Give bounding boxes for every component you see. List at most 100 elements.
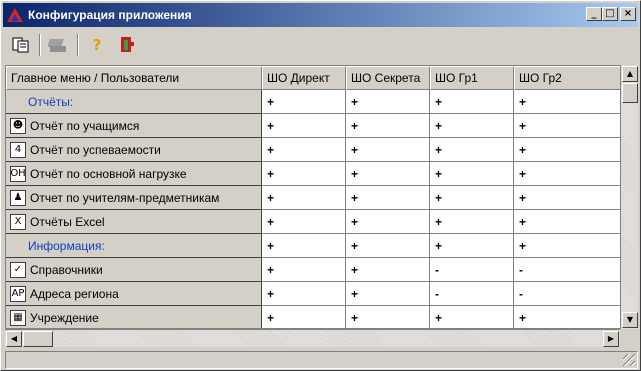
permission-cell[interactable]: + xyxy=(514,186,620,210)
column-header-user[interactable]: ШО Гр1 xyxy=(430,66,514,90)
permission-cell[interactable]: + xyxy=(346,90,430,114)
menu-item-cell[interactable]: ▦ Учреждение xyxy=(6,306,262,328)
menu-item-cell[interactable]: Отчёты: xyxy=(6,90,262,114)
menu-item-cell[interactable]: X Отчёты Excel xyxy=(6,210,262,234)
scroll-down-button[interactable]: ▼ xyxy=(622,312,638,328)
permission-cell[interactable]: + xyxy=(430,162,514,186)
print-icon[interactable] xyxy=(47,33,71,57)
scroll-up-button[interactable]: ▲ xyxy=(622,66,638,82)
table-row: ♟ Отчет по учителям-предметникам + + + + xyxy=(6,186,620,210)
menu-item-label: Учреждение xyxy=(30,310,99,325)
section-row: Информация: + + + + xyxy=(6,234,620,258)
permission-cell[interactable]: + xyxy=(430,306,514,328)
settings-icon[interactable] xyxy=(9,33,33,57)
permission-cell[interactable]: - xyxy=(514,282,620,306)
excel-icon: X xyxy=(10,213,26,230)
section-row: Отчёты: + + + + xyxy=(6,90,620,114)
permission-cell[interactable]: + xyxy=(262,210,346,234)
menu-item-cell[interactable]: ОН Отчёт по основной нагрузке xyxy=(6,162,262,186)
permission-cell[interactable]: + xyxy=(514,234,620,258)
resize-grip[interactable] xyxy=(623,354,635,366)
permission-cell[interactable]: + xyxy=(430,210,514,234)
permission-cell[interactable]: + xyxy=(262,90,346,114)
menu-item-label: Отчёт по основной нагрузке xyxy=(30,166,187,181)
institution-icon: ▦ xyxy=(10,309,26,326)
maximize-button[interactable]: □ xyxy=(602,7,618,21)
permission-cell[interactable]: + xyxy=(262,138,346,162)
permission-cell[interactable]: - xyxy=(430,258,514,282)
close-button[interactable]: × xyxy=(620,7,636,21)
permission-cell[interactable]: + xyxy=(262,282,346,306)
table-row: X Отчёты Excel + + + + xyxy=(6,210,620,234)
minimize-button[interactable]: _ xyxy=(586,7,602,21)
permission-cell[interactable]: + xyxy=(430,186,514,210)
scroll-left-button[interactable]: ◀ xyxy=(6,331,22,347)
permission-cell[interactable]: + xyxy=(514,210,620,234)
table-row: ОН Отчёт по основной нагрузке + + + + xyxy=(6,162,620,186)
permission-cell[interactable]: + xyxy=(514,162,620,186)
table-row: ✓ Справочники + + - - xyxy=(6,258,620,282)
horizontal-scroll-thumb[interactable] xyxy=(23,331,53,347)
permission-cell[interactable]: - xyxy=(430,282,514,306)
permission-cell[interactable]: - xyxy=(514,258,620,282)
permission-cell[interactable]: + xyxy=(430,138,514,162)
grid-header-row: Главное меню / Пользователи ШО Директ ШО С… xyxy=(6,66,620,90)
menu-item-cell[interactable]: 4 Отчёт по успеваемости xyxy=(6,138,262,162)
toolbar-separator xyxy=(77,34,79,56)
workload-icon: ОН xyxy=(10,165,26,182)
menu-item-cell[interactable]: Информация: xyxy=(6,234,262,258)
app-logo-icon xyxy=(7,7,23,23)
scroll-right-button[interactable]: ▶ xyxy=(603,331,619,347)
grades-icon: 4 xyxy=(10,141,26,158)
permission-cell[interactable]: + xyxy=(262,114,346,138)
permission-cell[interactable]: + xyxy=(514,306,620,328)
reference-icon: ✓ xyxy=(10,261,26,278)
exit-icon[interactable] xyxy=(115,33,139,57)
help-icon[interactable]: ? xyxy=(85,33,109,57)
pupils-icon: ☻ xyxy=(10,117,26,134)
permission-cell[interactable]: + xyxy=(430,90,514,114)
permission-cell[interactable]: + xyxy=(262,162,346,186)
permission-cell[interactable]: + xyxy=(262,186,346,210)
menu-item-cell[interactable]: ✓ Справочники xyxy=(6,258,262,282)
permission-cell[interactable]: + xyxy=(430,234,514,258)
window-title: Конфигурация приложения xyxy=(28,8,192,22)
permission-cell[interactable]: + xyxy=(514,90,620,114)
permission-cell[interactable]: + xyxy=(346,186,430,210)
permission-cell[interactable]: + xyxy=(346,162,430,186)
permission-cell[interactable]: + xyxy=(346,210,430,234)
vertical-scrollbar[interactable]: ▲ ▼ xyxy=(620,65,638,329)
menu-item-label: Справочники xyxy=(30,262,103,277)
permission-cell[interactable]: + xyxy=(346,282,430,306)
toolbar-separator xyxy=(39,34,41,56)
permission-cell[interactable]: + xyxy=(514,114,620,138)
vertical-scroll-thumb[interactable] xyxy=(622,83,638,103)
permission-cell[interactable]: + xyxy=(346,114,430,138)
menu-item-cell[interactable]: АР Адреса региона xyxy=(6,282,262,306)
permission-cell[interactable]: + xyxy=(262,306,346,328)
menu-item-label: Адреса региона xyxy=(30,286,119,301)
teachers-icon: ♟ xyxy=(10,189,26,206)
column-header-user[interactable]: ШО Директ xyxy=(262,66,346,90)
permissions-grid: Главное меню / Пользователи ШО Директ ШО С… xyxy=(5,65,620,329)
table-row: ▦ Учреждение + + + + xyxy=(6,306,620,328)
column-header-user[interactable]: ШО Гр2 xyxy=(514,66,620,90)
menu-item-label: Отчёт по учащимся xyxy=(30,118,140,133)
table-row: 4 Отчёт по успеваемости + + + + xyxy=(6,138,620,162)
menu-item-label: Отчёты Excel xyxy=(30,214,105,229)
horizontal-scrollbar[interactable]: ◀ ▶ xyxy=(5,329,620,347)
menu-item-cell[interactable]: ☻ Отчёт по учащимся xyxy=(6,114,262,138)
permission-cell[interactable]: + xyxy=(514,138,620,162)
permission-cell[interactable]: + xyxy=(346,138,430,162)
permission-cell[interactable]: + xyxy=(430,114,514,138)
title-bar[interactable]: Конфигурация приложения _ □ × xyxy=(3,3,638,27)
permission-cell[interactable]: + xyxy=(346,306,430,328)
permission-cell[interactable]: + xyxy=(346,258,430,282)
permission-cell[interactable]: + xyxy=(262,258,346,282)
menu-item-cell[interactable]: ♟ Отчет по учителям-предметникам xyxy=(6,186,262,210)
permission-cell[interactable]: + xyxy=(346,234,430,258)
menu-item-label: Отчёт по успеваемости xyxy=(30,142,161,157)
column-header-user[interactable]: ШО Секрета xyxy=(346,66,430,90)
column-header-menu[interactable]: Главное меню / Пользователи xyxy=(6,66,262,90)
permission-cell[interactable]: + xyxy=(262,234,346,258)
